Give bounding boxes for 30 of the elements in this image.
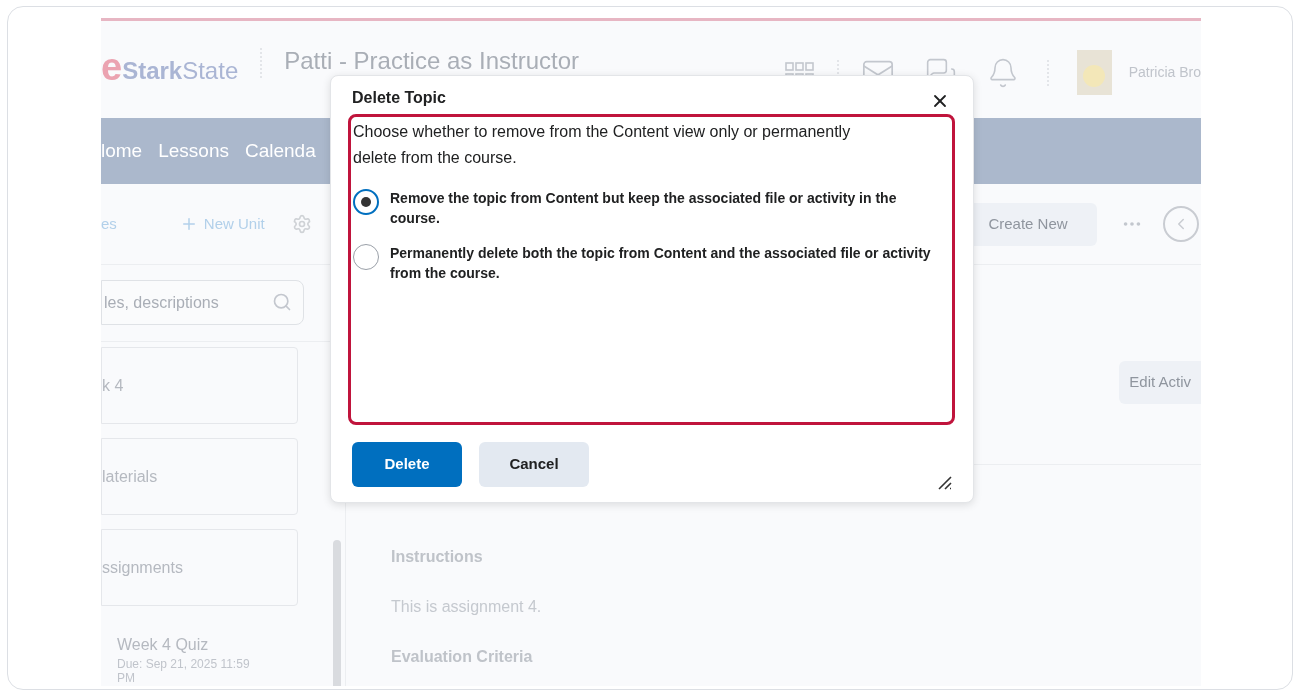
nav-link[interactable]: lome bbox=[101, 136, 143, 166]
quiz-due-date: Due: Sep 21, 2025 11:59 PM bbox=[117, 657, 251, 685]
unit-card[interactable]: laterials bbox=[101, 438, 298, 515]
unit-card[interactable]: ssignments bbox=[101, 529, 298, 606]
dialog-description: Choose whether to remove from the Content view only or permanently delete from the course. bbox=[353, 122, 852, 168]
new-unit-link[interactable]: New Unit bbox=[179, 212, 265, 236]
logo-mark: e bbox=[101, 48, 123, 86]
search-icon[interactable] bbox=[272, 292, 292, 312]
logo-text: StarkState bbox=[122, 59, 239, 86]
section-heading: Instructions bbox=[391, 547, 484, 567]
toolbar-link[interactable]: es bbox=[101, 212, 117, 236]
nav-link[interactable]: Lessons bbox=[158, 136, 229, 166]
radio-label[interactable]: Permanently delete both the topic from Content and the associated file or activity from the course. bbox=[390, 243, 935, 283]
unit-card[interactable]: k 4 bbox=[101, 347, 298, 424]
course-title: Patti - Practice as Instructor bbox=[284, 48, 579, 74]
section-heading: Evaluation Criteria bbox=[391, 647, 534, 667]
nav-link[interactable]: Calenda bbox=[244, 136, 316, 166]
search-field[interactable]: les, descriptions bbox=[101, 280, 304, 325]
edit-activity-button[interactable]: Edit Activ bbox=[1119, 361, 1201, 404]
quiz-title[interactable]: Week 4 Quiz bbox=[117, 636, 301, 654]
cancel-button[interactable]: Cancel bbox=[479, 441, 589, 487]
user-name[interactable]: Patricia Bro bbox=[1128, 62, 1201, 83]
radio-button[interactable] bbox=[353, 189, 379, 215]
dialog-title: Delete Topic bbox=[352, 88, 446, 108]
radio-label[interactable]: Remove the topic from Content but keep the associated file or activity in the course. bbox=[390, 188, 935, 228]
collapse-button[interactable] bbox=[1163, 206, 1199, 242]
delete-button[interactable]: Delete bbox=[352, 441, 462, 487]
settings-icon[interactable] bbox=[291, 214, 312, 234]
avatar[interactable] bbox=[1076, 50, 1112, 95]
resize-handle-icon[interactable] bbox=[938, 476, 952, 490]
